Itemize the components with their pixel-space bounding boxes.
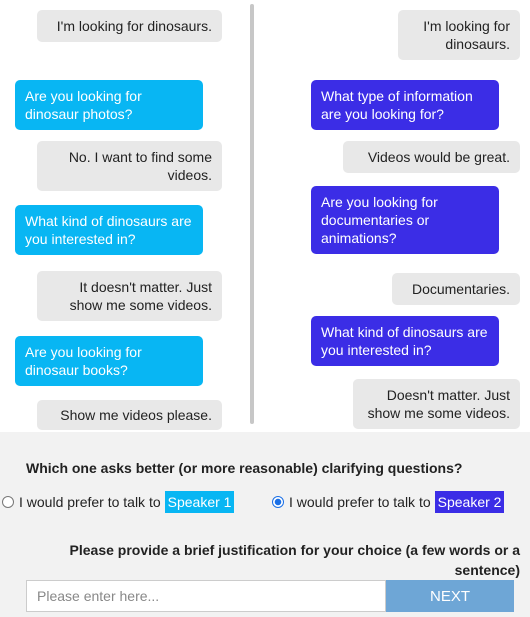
bot-message: What kind of dinosaurs are you intereste…	[311, 316, 499, 366]
option-label: I would prefer to talk to	[19, 494, 161, 510]
speaker-1-conversation[interactable]: I'm looking for dinosaurs. Are you looki…	[0, 0, 245, 432]
justification-prompt: Please provide a brief justification for…	[69, 542, 520, 578]
speaker-2-tag: Speaker 2	[434, 491, 505, 513]
question-text: Which one asks better (or more reasonabl…	[26, 460, 463, 476]
option-speaker-2[interactable]: I would prefer to talk to Speaker 2	[272, 491, 505, 513]
speaker-2-conversation[interactable]: I'm looking for dinosaurs. What type of …	[258, 0, 530, 432]
bot-message: What type of information are you looking…	[311, 80, 499, 130]
option-speaker-1[interactable]: I would prefer to talk to Speaker 1	[2, 491, 235, 513]
user-message: It doesn't matter. Just show me some vid…	[37, 271, 222, 321]
bot-message: Are you looking for documentaries or ani…	[311, 186, 499, 254]
user-message: I'm looking for dinosaurs.	[37, 10, 222, 42]
radio-speaker-1[interactable]	[2, 496, 14, 508]
bot-message: Are you looking for dinosaur books?	[15, 336, 203, 386]
scrollbar[interactable]	[246, 0, 258, 432]
user-message: I'm looking for dinosaurs.	[398, 10, 520, 60]
bot-message: Are you looking for dinosaur photos?	[15, 80, 203, 130]
user-message: Show me videos please.	[37, 400, 222, 430]
scrollbar-thumb[interactable]	[250, 4, 254, 424]
user-message: No. I want to find some videos.	[37, 141, 222, 191]
next-button[interactable]: NEXT	[386, 580, 514, 612]
speaker-1-tag: Speaker 1	[164, 491, 235, 513]
user-message: Videos would be great.	[343, 141, 520, 173]
bot-message: What kind of dinosaurs are you intereste…	[15, 205, 203, 255]
radio-speaker-2[interactable]	[272, 496, 284, 508]
justification-input[interactable]	[26, 580, 386, 612]
user-message: Documentaries.	[392, 273, 520, 305]
user-message: Doesn't matter. Just show me some videos…	[353, 379, 520, 429]
option-label: I would prefer to talk to	[289, 494, 431, 510]
